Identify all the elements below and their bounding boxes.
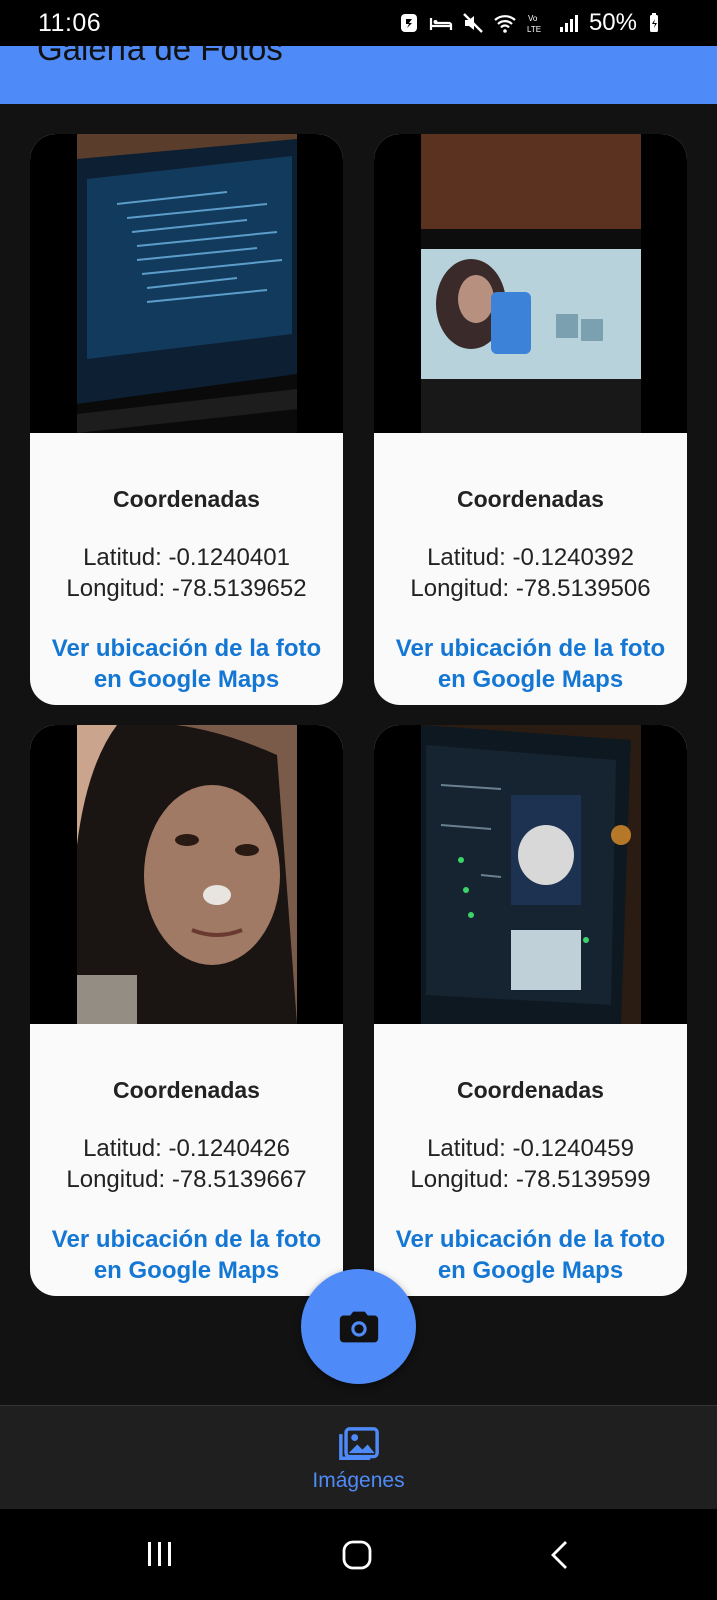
google-maps-link[interactable]: Ver ubicación de la foto en Google Maps	[50, 1224, 323, 1286]
coordinates-heading: Coordenadas	[457, 1077, 604, 1103]
coordinates-panel: Coordenadas Latitud: -0.1240392 Longitud…	[374, 433, 687, 705]
wifi-icon	[494, 15, 516, 33]
latitude-text: Latitud: -0.1240459	[427, 1135, 634, 1162]
photo-thumbnail[interactable]	[30, 725, 343, 1024]
system-nav-bar	[0, 1509, 717, 1600]
svg-text:Vo: Vo	[528, 14, 538, 23]
nav-item-imagenes[interactable]: Imágenes	[0, 1422, 717, 1493]
coordinates-panel: Coordenadas Latitud: -0.1240401 Longitud…	[30, 433, 343, 705]
page-title: Galería de Fotos	[37, 46, 283, 67]
battery-icon	[650, 13, 658, 32]
longitude-text: Longitud: -78.5139652	[66, 575, 307, 602]
photo-image	[421, 134, 641, 433]
photo-card: Coordenadas Latitud: -0.1240426 Longitud…	[30, 725, 343, 1296]
photo-image	[77, 134, 297, 433]
bottom-nav: Imágenes	[0, 1405, 717, 1509]
app-bar: Galería de Fotos	[0, 46, 717, 104]
google-maps-link[interactable]: Ver ubicación de la foto en Google Maps	[394, 1224, 667, 1286]
photo-image	[421, 725, 641, 1024]
bed-icon	[429, 18, 453, 30]
coordinates-panel: Coordenadas Latitud: -0.1240426 Longitud…	[30, 1024, 343, 1296]
coordinates-heading: Coordenadas	[113, 486, 260, 512]
volte-icon: Vo LTE	[527, 14, 541, 34]
battery-percent: 50%	[588, 9, 637, 36]
coordinates-heading: Coordenadas	[113, 1077, 260, 1103]
coordinates-heading: Coordenadas	[457, 486, 604, 512]
latitude-text: Latitud: -0.1240392	[427, 544, 634, 571]
svg-text:LTE: LTE	[527, 25, 541, 34]
recents-icon[interactable]	[145, 1539, 175, 1569]
notification-icon	[400, 14, 417, 32]
signal-icon	[559, 15, 578, 32]
back-icon[interactable]	[548, 1539, 572, 1571]
photo-thumbnail[interactable]	[374, 725, 687, 1024]
gallery-icon	[338, 1427, 379, 1460]
nav-item-label: Imágenes	[312, 1469, 405, 1492]
photo-thumbnail[interactable]	[30, 134, 343, 433]
photo-card: Coordenadas Latitud: -0.1240392 Longitud…	[374, 134, 687, 705]
status-time: 11:06	[38, 9, 102, 37]
coordinates-panel: Coordenadas Latitud: -0.1240459 Longitud…	[374, 1024, 687, 1296]
google-maps-link[interactable]: Ver ubicación de la foto en Google Maps	[394, 633, 667, 695]
latitude-text: Latitud: -0.1240401	[83, 544, 290, 571]
status-bar: 11:06 Vo LTE 50%	[0, 0, 717, 46]
photo-grid: Coordenadas Latitud: -0.1240401 Longitud…	[30, 134, 687, 1296]
camera-icon	[339, 1311, 378, 1342]
mute-icon	[463, 13, 483, 33]
photo-card: Coordenadas Latitud: -0.1240459 Longitud…	[374, 725, 687, 1296]
longitude-text: Longitud: -78.5139667	[66, 1166, 307, 1193]
status-icons: Vo LTE 50%	[397, 9, 669, 37]
longitude-text: Longitud: -78.5139599	[410, 1166, 651, 1193]
home-icon[interactable]	[341, 1539, 373, 1571]
camera-fab-button[interactable]	[301, 1269, 416, 1384]
google-maps-link[interactable]: Ver ubicación de la foto en Google Maps	[50, 633, 323, 695]
photo-thumbnail[interactable]	[374, 134, 687, 433]
latitude-text: Latitud: -0.1240426	[83, 1135, 290, 1162]
photo-image	[77, 725, 297, 1024]
longitude-text: Longitud: -78.5139506	[410, 575, 651, 602]
photo-card: Coordenadas Latitud: -0.1240401 Longitud…	[30, 134, 343, 705]
